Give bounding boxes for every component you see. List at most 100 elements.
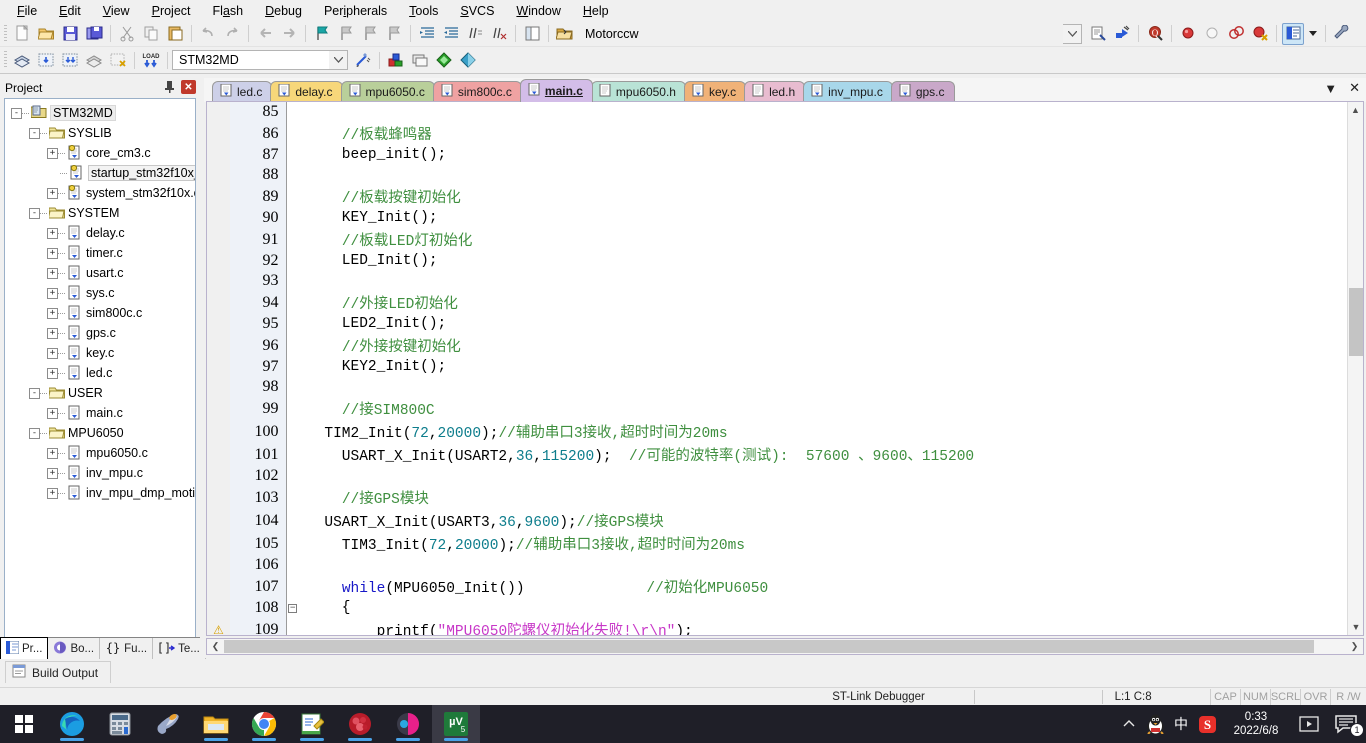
line-marker-gutter[interactable] [207, 443, 230, 466]
editor-tab-sim800c-c[interactable]: sim800c.c [432, 81, 522, 102]
ime-indicator[interactable]: 中 [1168, 705, 1194, 743]
editor-tab-mpu6050-h[interactable]: mpu6050.h [590, 81, 686, 102]
fold-gutter[interactable] [286, 509, 299, 532]
tree-item-system[interactable]: - SYSTEM [11, 203, 195, 223]
tree-item-mpu6050[interactable]: - MPU6050 [11, 423, 195, 443]
menu-window[interactable]: Window [505, 2, 571, 20]
line-marker-gutter[interactable] [207, 208, 230, 228]
software-packs-icon[interactable] [457, 49, 479, 71]
close-icon[interactable]: ✕ [181, 80, 196, 94]
menu-flash[interactable]: Flash [202, 2, 255, 20]
expand-toggle-icon[interactable]: + [47, 307, 58, 319]
code-text[interactable]: printf("MPU6050陀螺仪初始化失败!\r\n"); [299, 618, 1347, 635]
line-marker-gutter[interactable] [207, 420, 230, 443]
line-marker-gutter[interactable] [207, 532, 230, 555]
menu-svcs[interactable]: SVCS [449, 2, 505, 20]
fold-gutter[interactable] [286, 208, 299, 228]
line-marker-gutter[interactable]: ⚠ [207, 618, 230, 635]
tree-item-gps-c[interactable]: + gps.c [11, 323, 195, 343]
comment-icon[interactable] [464, 23, 486, 45]
sogou-input-icon[interactable]: S [1194, 705, 1220, 743]
fold-gutter[interactable] [286, 397, 299, 420]
tree-item-system-stm32f10x-c[interactable]: + system_stm32f10x.c [11, 183, 195, 203]
fold-gutter[interactable] [286, 122, 299, 145]
code-text[interactable]: while(MPU6050_Init()) //初始化MPU6050 [299, 575, 1347, 598]
tree-item-stm32md[interactable]: - STM32MD [11, 103, 195, 123]
tree-item-mpu6050-c[interactable]: + mpu6050.c [11, 443, 195, 463]
paste-icon[interactable] [164, 23, 186, 45]
cut-icon[interactable] [116, 23, 138, 45]
redo-icon[interactable] [221, 23, 243, 45]
line-marker-gutter[interactable] [207, 251, 230, 271]
chevron-up-icon[interactable] [1116, 705, 1142, 743]
build-icon[interactable] [35, 49, 57, 71]
build-output-tab[interactable]: Build Output [5, 661, 112, 683]
manage-components-icon[interactable] [385, 49, 407, 71]
menu-help[interactable]: Help [572, 2, 620, 20]
project-tree[interactable]: - STM32MD - SYSLIB + core_cm3.c startup_stm32f… [4, 98, 196, 682]
stop-build-icon[interactable] [107, 49, 129, 71]
file-explorer-icon[interactable] [192, 705, 240, 743]
editor-tab-key-c[interactable]: key.c [683, 81, 747, 102]
fold-gutter[interactable] [286, 291, 299, 314]
expand-toggle-icon[interactable]: + [47, 247, 58, 259]
new-file-icon[interactable] [11, 23, 33, 45]
collapse-toggle-icon[interactable]: - [29, 127, 40, 139]
target-options-icon[interactable] [352, 49, 374, 71]
bookmark-clear-icon[interactable] [383, 23, 405, 45]
line-marker-gutter[interactable] [207, 185, 230, 208]
tree-item-timer-c[interactable]: + timer.c [11, 243, 195, 263]
project-window-icon[interactable] [521, 23, 543, 45]
line-marker-gutter[interactable] [207, 377, 230, 397]
fold-gutter[interactable] [286, 165, 299, 185]
line-marker-gutter[interactable] [207, 271, 230, 291]
code-editor[interactable]: 85 86 //板载蜂鸣器 87 beep_init(); 88 89 //板载按键初始… [206, 101, 1364, 636]
chrome-icon[interactable] [240, 705, 288, 743]
code-text[interactable]: TIM3_Init(72,20000);//辅助串口3接收,超时时间为20ms [299, 532, 1347, 555]
line-marker-gutter[interactable] [207, 314, 230, 334]
expand-toggle-icon[interactable]: + [47, 367, 58, 379]
copy-icon[interactable] [140, 23, 162, 45]
code-text[interactable]: //板载按键初始化 [299, 185, 1347, 208]
line-marker-gutter[interactable] [207, 228, 230, 251]
line-marker-gutter[interactable] [207, 145, 230, 165]
code-text[interactable]: LED2_Init(); [299, 314, 1347, 334]
fold-gutter[interactable] [286, 443, 299, 466]
vscroll-thumb[interactable] [1349, 288, 1363, 356]
expand-toggle-icon[interactable]: + [47, 227, 58, 239]
collapse-toggle-icon[interactable]: - [11, 107, 22, 119]
tree-item-usart-c[interactable]: + usart.c [11, 263, 195, 283]
configuration-wizard-icon[interactable] [1331, 23, 1353, 45]
tree-item-key-c[interactable]: + key.c [11, 343, 195, 363]
line-marker-gutter[interactable] [207, 291, 230, 314]
expand-toggle-icon[interactable]: + [47, 407, 58, 419]
bookmark-toggle-icon[interactable] [311, 23, 333, 45]
target-combo-arrow[interactable] [329, 50, 348, 70]
editor-tab-main-c[interactable]: main.c [519, 79, 593, 102]
panel-tab-pr[interactable]: Pr... [0, 637, 49, 659]
open-file-icon[interactable] [35, 23, 57, 45]
expand-toggle-icon[interactable]: + [47, 327, 58, 339]
toolbar-grip[interactable] [4, 24, 7, 43]
fold-gutter[interactable] [286, 466, 299, 486]
line-marker-gutter[interactable] [207, 357, 230, 377]
menu-debug[interactable]: Debug [254, 2, 313, 20]
code-text[interactable]: TIM2_Init(72,20000);//辅助串口3接收,超时时间为20ms [299, 420, 1347, 443]
collapse-toggle-icon[interactable]: - [29, 427, 40, 439]
close-icon[interactable]: ✕ [1349, 80, 1360, 96]
pack-manager-icon[interactable] [433, 49, 455, 71]
tree-item-delay-c[interactable]: + delay.c [11, 223, 195, 243]
menu-edit[interactable]: Edit [48, 2, 92, 20]
line-marker-gutter[interactable] [207, 165, 230, 185]
line-marker-gutter[interactable] [207, 334, 230, 357]
code-text[interactable] [299, 466, 1347, 486]
breakpoint-disable-all-icon[interactable] [1249, 23, 1271, 45]
fold-gutter[interactable] [286, 102, 299, 122]
batch-build-icon[interactable] [83, 49, 105, 71]
app-icon[interactable] [336, 705, 384, 743]
fold-gutter[interactable] [286, 420, 299, 443]
editor-tab-mpu6050-c[interactable]: mpu6050.c [340, 81, 435, 102]
display-switch-icon[interactable] [1292, 705, 1326, 743]
qq-penguin-icon[interactable] [1142, 705, 1168, 743]
line-marker-gutter[interactable] [207, 102, 230, 122]
